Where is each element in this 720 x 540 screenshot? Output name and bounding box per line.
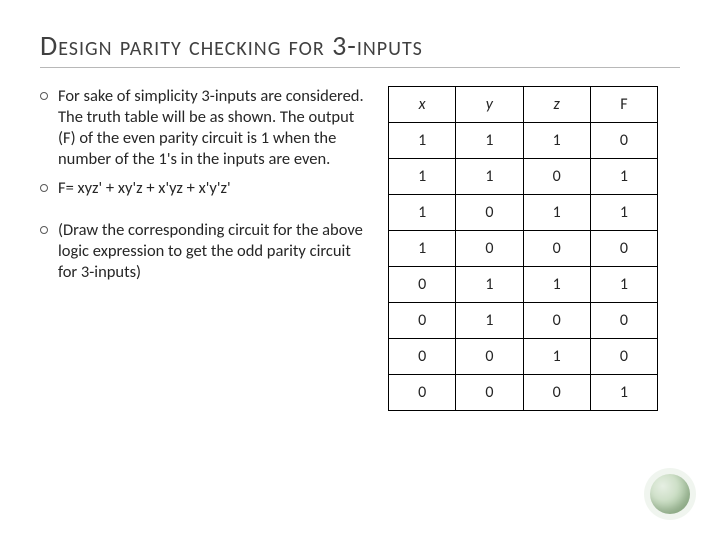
- slide-title: Design parity checking for 3-inputs: [40, 28, 680, 68]
- cell: 0: [389, 267, 456, 303]
- table-row: 0 0 1 0: [389, 339, 658, 375]
- cell: 0: [590, 339, 657, 375]
- table-row: 1 1 0 1: [389, 159, 658, 195]
- cell: 0: [523, 375, 590, 411]
- cell: 0: [523, 303, 590, 339]
- bullet-item: (Draw the corresponding circuit for the …: [40, 220, 370, 283]
- cell: 1: [590, 375, 657, 411]
- cell: 1: [590, 267, 657, 303]
- cell: 0: [389, 303, 456, 339]
- cell: 0: [389, 375, 456, 411]
- cell: 1: [456, 267, 523, 303]
- table-row: 1 0 1 1: [389, 195, 658, 231]
- cell: 1: [590, 195, 657, 231]
- table-column: x y z F 1 1 1 0 1 1: [388, 86, 658, 411]
- cell: 1: [389, 159, 456, 195]
- cell: 1: [456, 303, 523, 339]
- cell: 0: [389, 339, 456, 375]
- cell: 1: [523, 339, 590, 375]
- cell: 1: [523, 195, 590, 231]
- cell: 1: [456, 159, 523, 195]
- cell: 0: [590, 123, 657, 159]
- cell: 1: [523, 123, 590, 159]
- col-header: z: [523, 87, 590, 123]
- table-row: 0 0 0 1: [389, 375, 658, 411]
- cell: 1: [389, 123, 456, 159]
- table-body: 1 1 1 0 1 1 0 1 1 0 1 1: [389, 123, 658, 411]
- cell: 0: [456, 339, 523, 375]
- cell: 0: [590, 303, 657, 339]
- table-row: 0 1 1 1: [389, 267, 658, 303]
- col-header: x: [389, 87, 456, 123]
- cell: 0: [456, 195, 523, 231]
- content-row: For sake of simplicity 3-inputs are cons…: [40, 86, 680, 411]
- cell: 1: [523, 267, 590, 303]
- decorative-sphere-icon: [650, 474, 690, 514]
- table-row: 1 0 0 0: [389, 231, 658, 267]
- cell: 0: [523, 159, 590, 195]
- cell: 1: [590, 159, 657, 195]
- bullet-list: For sake of simplicity 3-inputs are cons…: [40, 86, 370, 283]
- table-row: 0 1 0 0: [389, 303, 658, 339]
- cell: 1: [389, 231, 456, 267]
- cell: 0: [456, 231, 523, 267]
- cell: 0: [523, 231, 590, 267]
- slide: Design parity checking for 3-inputs For …: [0, 0, 720, 540]
- col-header: y: [456, 87, 523, 123]
- bullet-item: For sake of simplicity 3-inputs are cons…: [40, 86, 370, 170]
- table-header-row: x y z F: [389, 87, 658, 123]
- col-header: F: [590, 87, 657, 123]
- bullet-item: F= xyz' + xy'z + x'yz + x'y'z': [40, 178, 370, 199]
- cell: 0: [590, 231, 657, 267]
- text-column: For sake of simplicity 3-inputs are cons…: [40, 86, 370, 411]
- truth-table: x y z F 1 1 1 0 1 1: [388, 86, 658, 411]
- cell: 1: [389, 195, 456, 231]
- table-row: 1 1 1 0: [389, 123, 658, 159]
- cell: 1: [456, 123, 523, 159]
- cell: 0: [456, 375, 523, 411]
